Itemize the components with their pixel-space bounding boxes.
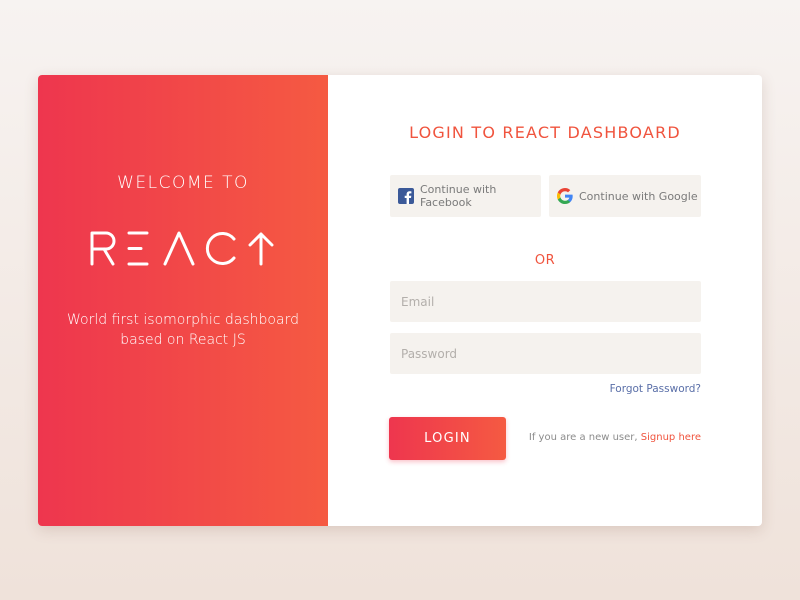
facebook-login-button[interactable]: Continue with Facebook — [390, 175, 541, 217]
signup-link[interactable]: Signup here — [641, 432, 701, 443]
signup-prompt: If you are a new user, Signup here — [529, 432, 701, 443]
email-field[interactable] — [390, 281, 701, 322]
forgot-password-link[interactable]: Forgot Password? — [610, 383, 701, 395]
login-panel: LOGIN TO REACT DASHBOARD Continue with F… — [328, 75, 762, 526]
login-title: LOGIN TO REACT DASHBOARD — [409, 123, 681, 142]
welcome-panel: WELCOME TO World first isomorphic dashbo… — [38, 75, 328, 526]
facebook-icon — [398, 188, 414, 204]
password-field[interactable] — [390, 333, 701, 374]
google-login-button[interactable]: Continue with Google — [549, 175, 701, 217]
google-login-label: Continue with Google — [579, 189, 698, 203]
react-logo — [90, 231, 274, 266]
google-icon — [557, 188, 573, 204]
login-button[interactable]: LOGIN — [389, 417, 506, 460]
login-card: WELCOME TO World first isomorphic dashbo… — [38, 75, 762, 526]
welcome-heading: WELCOME TO — [117, 173, 249, 193]
signup-prefix: If you are a new user, — [528, 432, 638, 443]
welcome-tagline: World first isomorphic dashboard based o… — [67, 312, 299, 348]
or-divider: OR — [534, 253, 556, 268]
facebook-login-label: Continue with Facebook — [420, 183, 497, 209]
